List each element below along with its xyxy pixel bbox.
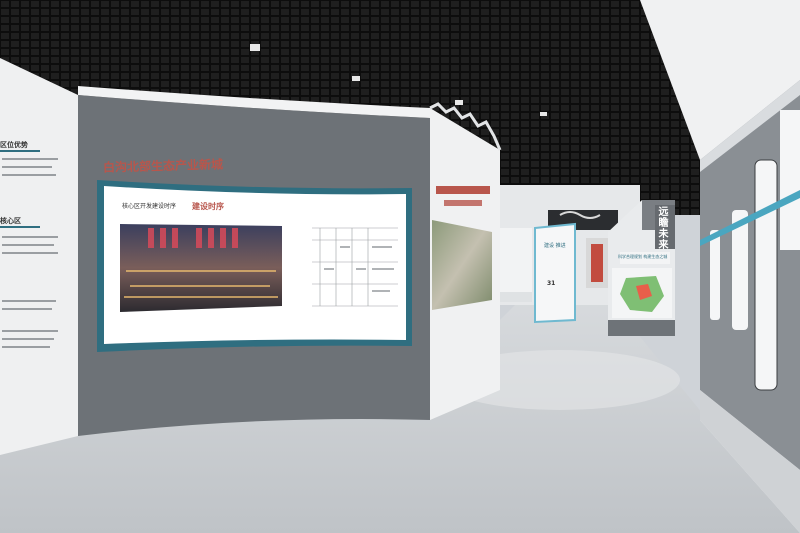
left-wall [0,58,78,455]
exhibition-hall-scene: 白沟北部生态产业新城 核心区开发建设时序 建设时序 区位优势 核心区 远瞻未来 … [0,0,800,533]
left-wall-heading-1: 区位优势 [0,141,28,149]
far-wall-number: 31 [547,280,556,287]
hall-rendering [0,0,800,533]
main-wall-title: 白沟北部生态产业新城 [102,157,224,175]
right-panel-sub-text: 科学合理规划 构建生态之城 [618,254,668,259]
far-wall-label: 建设 推进 [544,243,566,249]
left-wall-heading-2: 核心区 [0,217,21,225]
screen-right-heading: 建设时序 [192,202,224,211]
right-panel-big-text: 远瞻未来 [656,206,667,250]
screen-left-heading: 核心区开发建设时序 [122,203,177,210]
